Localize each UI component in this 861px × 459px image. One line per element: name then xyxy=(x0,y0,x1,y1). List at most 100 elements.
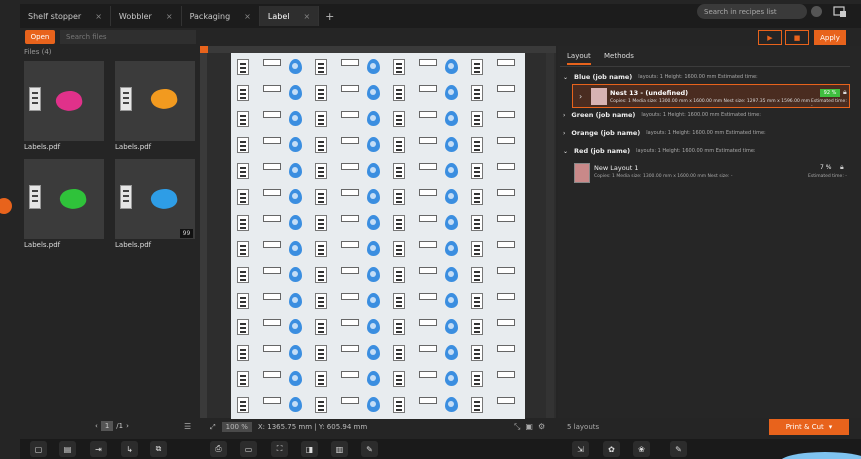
nested-label[interactable] xyxy=(315,189,327,205)
window-manager-icon[interactable] xyxy=(833,6,847,18)
nested-label[interactable] xyxy=(419,267,437,274)
job-group-green[interactable]: › Green (job name) layouts: 1 Height: 16… xyxy=(563,111,761,119)
nested-label[interactable] xyxy=(289,215,302,230)
nested-label[interactable] xyxy=(419,319,437,326)
nested-label[interactable] xyxy=(367,397,380,412)
nested-label[interactable] xyxy=(393,137,405,153)
recipe-search-input[interactable]: Search in recipes list xyxy=(697,4,807,19)
nested-label[interactable] xyxy=(393,241,405,257)
nested-label[interactable] xyxy=(263,319,281,326)
nested-label[interactable] xyxy=(393,59,405,75)
tab-shelf-stopper[interactable]: Shelf stopper × xyxy=(20,6,111,26)
nested-label[interactable] xyxy=(367,241,380,256)
nested-label[interactable] xyxy=(263,137,281,144)
layers-icon[interactable]: ⧉ xyxy=(150,441,167,457)
edit-icon[interactable]: ✎ xyxy=(670,441,687,457)
nested-label[interactable] xyxy=(237,111,249,127)
nested-label[interactable] xyxy=(237,345,249,361)
nested-label[interactable] xyxy=(445,371,458,386)
nested-label[interactable] xyxy=(471,163,483,179)
nested-label[interactable] xyxy=(315,371,327,387)
nested-label[interactable] xyxy=(497,59,515,66)
nested-label[interactable] xyxy=(393,267,405,283)
nested-label[interactable] xyxy=(315,241,327,257)
nested-label[interactable] xyxy=(315,111,327,127)
tab-methods[interactable]: Methods xyxy=(604,52,634,60)
nested-label[interactable] xyxy=(367,137,380,152)
nested-label[interactable] xyxy=(393,111,405,127)
nested-label[interactable] xyxy=(497,319,515,326)
chevron-right-icon[interactable]: › xyxy=(563,112,565,119)
nested-label[interactable] xyxy=(419,215,437,222)
nested-label[interactable] xyxy=(237,241,249,257)
nested-label[interactable] xyxy=(445,397,458,412)
nested-label[interactable] xyxy=(263,163,281,170)
nested-label[interactable] xyxy=(419,345,437,352)
apply-button[interactable]: Apply xyxy=(814,30,846,45)
nested-label[interactable] xyxy=(393,189,405,205)
nested-label[interactable] xyxy=(393,345,405,361)
nested-label[interactable] xyxy=(445,111,458,126)
nested-label[interactable] xyxy=(471,241,483,257)
nested-label[interactable] xyxy=(471,345,483,361)
job-group-red[interactable]: ⌄ Red (job name) layouts: 1 Height: 1600… xyxy=(563,147,756,155)
nested-label[interactable] xyxy=(289,319,302,334)
nested-label[interactable] xyxy=(497,397,515,404)
nested-label[interactable] xyxy=(341,371,359,378)
zoom-level[interactable]: 100 % xyxy=(221,422,252,432)
nested-label[interactable] xyxy=(341,137,359,144)
print-and-cut-button[interactable]: Print & Cut ▾ xyxy=(769,419,849,435)
nested-label[interactable] xyxy=(263,371,281,378)
nested-label[interactable] xyxy=(445,85,458,100)
nested-label[interactable] xyxy=(367,267,380,282)
nested-label[interactable] xyxy=(497,345,515,352)
vertical-scrollbar[interactable] xyxy=(546,53,554,418)
nested-label[interactable] xyxy=(289,371,302,386)
nested-label[interactable] xyxy=(289,163,302,178)
file-thumbnail[interactable] xyxy=(24,159,104,239)
nested-label[interactable] xyxy=(315,345,327,361)
nested-label[interactable] xyxy=(341,85,359,92)
nested-label[interactable] xyxy=(341,189,359,196)
nested-label[interactable] xyxy=(419,85,437,92)
prev-page-icon[interactable]: ‹ xyxy=(95,422,98,430)
job-group-orange[interactable]: › Orange (job name) layouts: 1 Height: 1… xyxy=(563,129,766,137)
list-view-icon[interactable]: ☰ xyxy=(184,422,191,431)
nested-label[interactable] xyxy=(367,371,380,386)
nested-label[interactable] xyxy=(315,215,327,231)
nested-label[interactable] xyxy=(419,189,437,196)
job-group-blue[interactable]: ⌄ Blue (job name) layouts: 1 Height: 160… xyxy=(563,73,758,81)
nested-label[interactable] xyxy=(341,293,359,300)
nested-label[interactable] xyxy=(289,59,302,74)
frame-icon[interactable]: ▭ xyxy=(240,441,257,457)
nested-label[interactable] xyxy=(419,293,437,300)
nested-label[interactable] xyxy=(419,111,437,118)
media-sheet[interactable] xyxy=(231,53,525,419)
stop-button[interactable]: ■ xyxy=(785,30,809,45)
nested-label[interactable] xyxy=(341,397,359,404)
nested-label[interactable] xyxy=(263,59,281,66)
nested-label[interactable] xyxy=(445,189,458,204)
nested-label[interactable] xyxy=(289,267,302,282)
nested-label[interactable] xyxy=(497,111,515,118)
file-thumbnail[interactable] xyxy=(24,61,104,141)
nest-optimize-icon[interactable]: ❀ xyxy=(633,441,650,457)
grid-icon[interactable]: ▣ xyxy=(525,422,533,432)
nested-label[interactable] xyxy=(315,85,327,101)
nested-label[interactable] xyxy=(315,163,327,179)
nested-label[interactable] xyxy=(263,267,281,274)
nested-label[interactable] xyxy=(497,371,515,378)
nested-label[interactable] xyxy=(445,59,458,74)
media-icon[interactable]: ▤ xyxy=(59,441,76,457)
nested-label[interactable] xyxy=(315,293,327,309)
nested-label[interactable] xyxy=(393,163,405,179)
nested-label[interactable] xyxy=(237,85,249,101)
nested-label[interactable] xyxy=(263,397,281,404)
nested-label[interactable] xyxy=(341,267,359,274)
chevron-down-icon[interactable]: ⌄ xyxy=(563,74,568,81)
nest-settings-icon[interactable]: ✿ xyxy=(603,441,620,457)
nested-label[interactable] xyxy=(237,189,249,205)
nested-label[interactable] xyxy=(237,371,249,387)
side-handle[interactable] xyxy=(0,198,12,214)
nested-label[interactable] xyxy=(419,397,437,404)
